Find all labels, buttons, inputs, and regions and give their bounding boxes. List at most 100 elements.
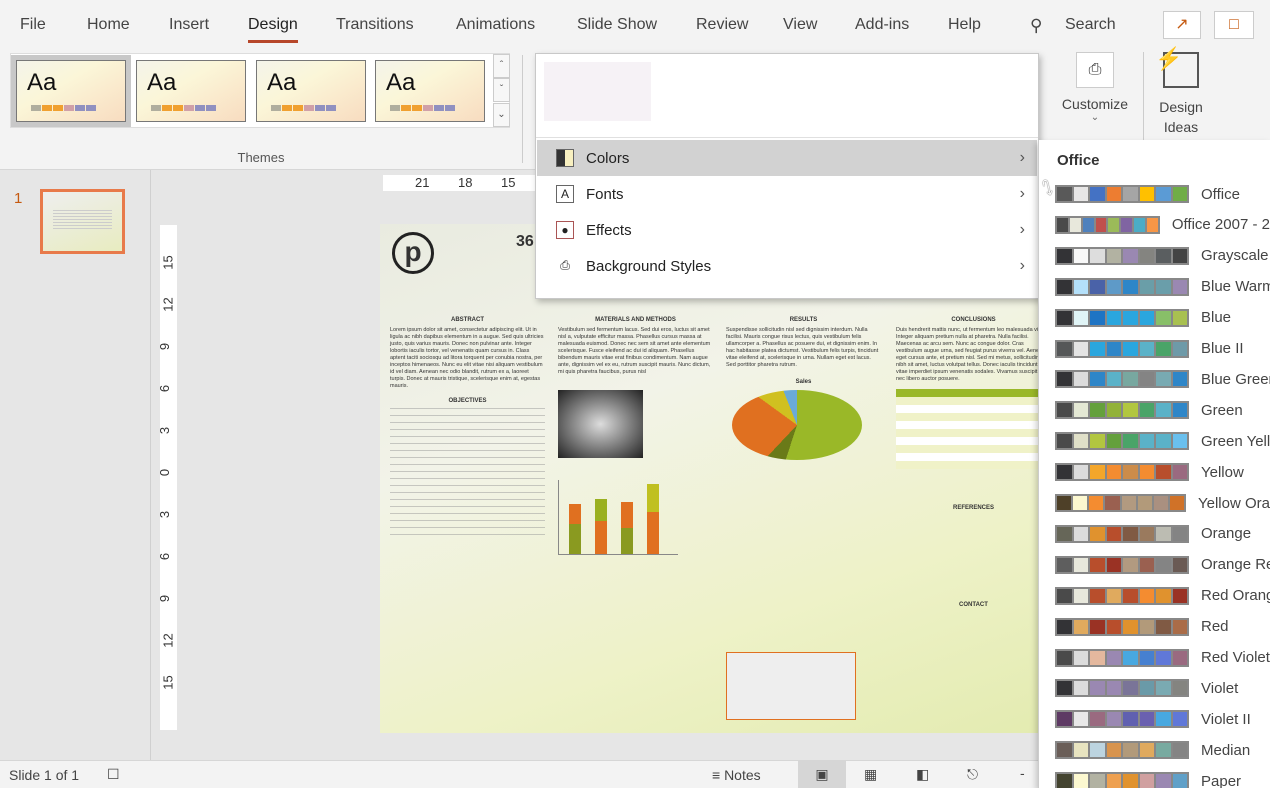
menu-item-fonts[interactable]: A Fonts › (537, 176, 1037, 212)
background-styles-icon: ⎙ (560, 258, 570, 272)
color-swatch (1139, 187, 1154, 201)
color-swatch (1139, 557, 1154, 572)
theme-sample: Aa (386, 69, 416, 96)
color-swatch-strip (1055, 277, 1189, 296)
gallery-scroll-down[interactable]: ˇ (493, 78, 510, 102)
menu-item-colors[interactable]: Colors › (537, 140, 1037, 176)
normal-view-button[interactable]: ▣ (798, 761, 846, 788)
color-swatch-strip (1055, 617, 1189, 636)
color-swatch (1123, 310, 1138, 325)
color-scheme-violet-ii[interactable]: Violet II (1055, 708, 1270, 730)
color-swatch (1156, 187, 1171, 201)
color-scheme-median[interactable]: Median (1055, 739, 1270, 761)
color-swatch (1090, 310, 1105, 325)
color-swatch (1156, 712, 1171, 727)
customize-button[interactable]: ⎙ Customize ⌄ (1050, 52, 1140, 142)
color-swatch (1073, 619, 1088, 634)
tab-transitions[interactable]: Transitions (336, 16, 414, 34)
color-scheme-orange[interactable]: Orange (1055, 523, 1270, 545)
tab-add-ins[interactable]: Add-ins (855, 16, 909, 34)
color-scheme-yellow[interactable]: Yellow (1055, 461, 1270, 483)
color-scheme-yellow-orange[interactable]: Yellow Orange (1055, 492, 1270, 514)
color-scheme-office-2007-2010[interactable]: Office 2007 - 2010 (1055, 214, 1270, 236)
color-swatch (1123, 465, 1138, 480)
search-icon[interactable]: ⚲ (1030, 16, 1042, 36)
color-swatch (1082, 217, 1094, 232)
color-swatch (1106, 712, 1121, 727)
color-scheme-green-yellow[interactable]: Green Yellow (1055, 430, 1270, 452)
theme-thumbnail[interactable]: Aa (11, 55, 131, 127)
tab-home[interactable]: Home (87, 16, 130, 34)
color-swatch-strip (1055, 772, 1189, 788)
color-swatch (1073, 743, 1088, 758)
color-swatch (1095, 217, 1107, 232)
search-box[interactable]: Search (1065, 16, 1116, 34)
color-swatch (1106, 588, 1121, 603)
tab-file[interactable]: File (20, 16, 46, 34)
slide-number: 1 (14, 190, 23, 207)
color-swatch (1090, 681, 1105, 696)
tab-design[interactable]: Design (248, 16, 298, 43)
color-swatch (1105, 496, 1120, 510)
color-scheme-red-violet[interactable]: Red Violet (1055, 647, 1270, 669)
slide-sorter-button[interactable]: ▦ (864, 766, 877, 783)
color-swatch (1090, 650, 1105, 665)
color-swatch (1073, 774, 1088, 788)
reading-view-button[interactable]: ◧ (916, 766, 929, 783)
theme-sample: Aa (27, 69, 57, 96)
zoom-out-button[interactable]: - (1020, 765, 1025, 781)
color-swatch (1057, 465, 1072, 480)
tab-view[interactable]: View (783, 16, 817, 34)
chevron-right-icon: › (1019, 149, 1025, 166)
color-scheme-red-orange[interactable]: Red Orange (1055, 585, 1270, 607)
tab-insert[interactable]: Insert (169, 16, 209, 34)
color-swatch (1090, 619, 1105, 634)
gallery-more[interactable]: ⌄ (493, 103, 510, 127)
notes-button[interactable]: ≡ Notes (712, 767, 761, 783)
theme-thumbnail[interactable]: Aa (256, 60, 366, 122)
color-scheme-label: Blue Green (1201, 370, 1270, 388)
color-scheme-blue-green[interactable]: Blue Green (1055, 368, 1270, 390)
color-scheme-red[interactable]: Red (1055, 616, 1270, 638)
design-ideas-button[interactable]: ⚡ Design Ideas (1143, 46, 1218, 142)
color-scheme-violet[interactable]: Violet (1055, 677, 1270, 699)
color-swatch (1156, 681, 1171, 696)
color-scheme-blue-ii[interactable]: Blue II (1055, 338, 1270, 360)
tab-help[interactable]: Help (948, 16, 981, 34)
tab-animations[interactable]: Animations (456, 16, 535, 34)
color-swatch (1057, 310, 1072, 325)
theme-thumbnail[interactable]: Aa (375, 60, 485, 122)
slide-show-button[interactable]: ⎋ (967, 766, 978, 783)
vertical-ruler[interactable]: 15 12 9 6 3 0 3 6 9 12 15 (157, 225, 177, 730)
variant-placeholder[interactable] (544, 62, 651, 121)
color-swatch (1139, 465, 1154, 480)
tab-review[interactable]: Review (696, 16, 748, 34)
color-swatch (1057, 743, 1072, 758)
menu-item-background-styles[interactable]: ⎙ Background Styles › (537, 248, 1037, 284)
color-scheme-label: Green Yellow (1201, 432, 1270, 450)
color-scheme-grayscale[interactable]: Grayscale (1055, 245, 1270, 267)
color-swatch (1172, 341, 1187, 356)
menu-item-effects[interactable]: ● Effects › (537, 212, 1037, 248)
slide-canvas[interactable]: p 36 ABSTRACT Lorem ipsum dolor sit amet,… (380, 224, 1060, 733)
color-swatch (1106, 774, 1121, 788)
slide-thumbnail[interactable] (40, 189, 125, 254)
share-button[interactable]: ↗ (1163, 11, 1201, 39)
color-scheme-green[interactable]: Green (1055, 399, 1270, 421)
comments-button[interactable]: □ (1214, 11, 1254, 39)
color-scheme-blue[interactable]: Blue (1055, 307, 1270, 329)
color-scheme-paper[interactable]: Paper (1055, 770, 1270, 788)
accessibility-icon[interactable]: ☐ (107, 766, 120, 783)
theme-thumbnail[interactable]: Aa (136, 60, 246, 122)
color-scheme-orange-red[interactable]: Orange Red (1055, 554, 1270, 576)
color-swatch (1073, 496, 1088, 510)
color-swatch (1139, 712, 1154, 727)
color-swatch (1090, 434, 1105, 449)
color-swatch (1073, 372, 1088, 387)
color-scheme-blue-warm[interactable]: Blue Warm (1055, 276, 1270, 298)
fonts-icon: A (556, 185, 574, 203)
tab-slide-show[interactable]: Slide Show (577, 16, 657, 34)
gallery-scroll-up[interactable]: ˆ (493, 54, 510, 78)
ruler-tick: 9 (157, 594, 173, 603)
color-scheme-office[interactable]: Office (1055, 183, 1270, 205)
